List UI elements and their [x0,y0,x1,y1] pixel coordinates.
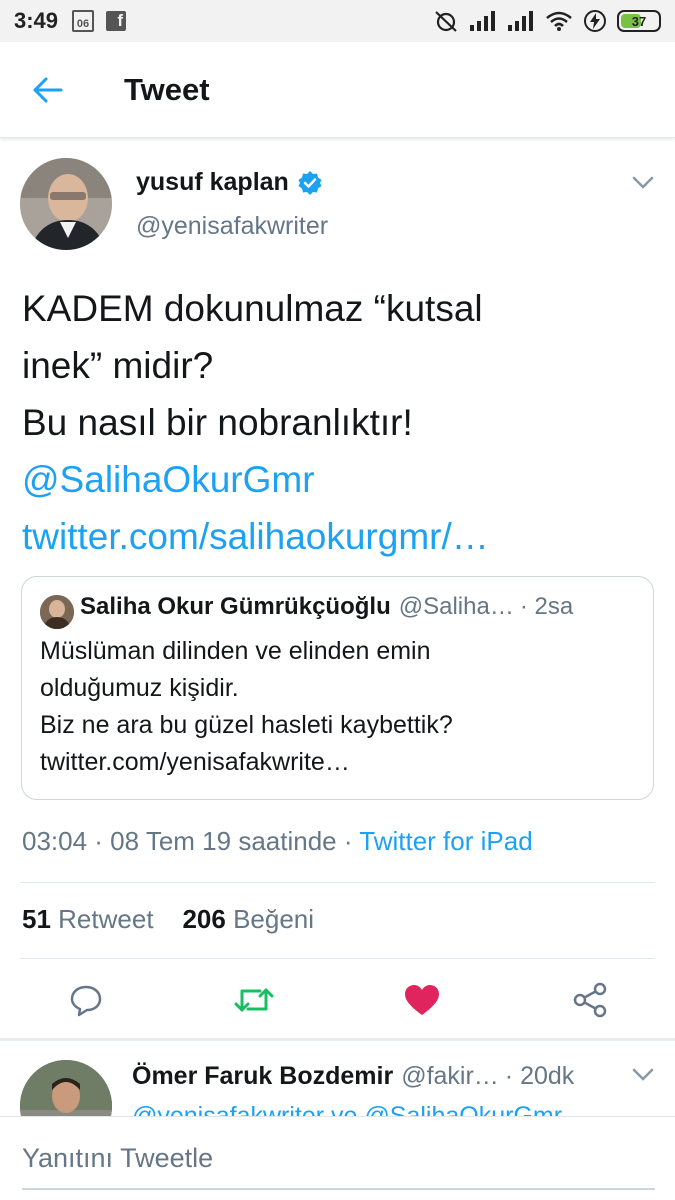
retweet-stat[interactable]: 51 Retweet [22,904,154,934]
quoted-author-avatar [40,595,74,629]
reply-input[interactable]: Yanıtını Tweetle [22,1143,213,1174]
quoted-author-handle: @Saliha… [398,593,514,620]
tweet-source-link[interactable]: Twitter for iPad [359,826,532,856]
quoted-timestamp: · 2sa [519,593,574,620]
chevron-down-icon [632,1068,654,1081]
battery-level: 37 [631,13,647,29]
like-count: 206 [182,904,226,934]
reply-header: Ömer Faruk Bozdemir @fakir… · 20dk [132,1062,574,1091]
reply-icon [70,985,102,1017]
alarm-off-icon [435,11,457,32]
avatar-image [40,595,74,629]
author-name[interactable]: yusuf kaplan [136,168,289,197]
quoted-text: Müslüman dilinden ve elinden emin olduğu… [40,633,640,781]
tweet-text-line: KADEM dokunulmaz “kutsal [22,288,483,329]
quoted-text-line: olduğumuz kişidir. [40,674,239,702]
reply-compose-bar: Yanıtını Tweetle [0,1116,675,1200]
share-icon [573,982,607,1018]
quoted-text-line: twitter.com/yenisafakwrite… [40,748,350,776]
signal-icon-2 [508,11,533,31]
quoted-author-name: Saliha Okur Gümrükçüoğlu [80,593,391,620]
tweet-meta: 03:04 · 08 Tem 19 saatinde · Twitter for… [22,826,533,857]
like-stat[interactable]: 206 Beğeni [182,904,314,934]
tweet-url-link[interactable]: twitter.com/salihaokurgmr/… [22,508,642,565]
avatar-image [20,158,112,250]
like-button[interactable] [402,980,442,1020]
heart-icon [405,985,439,1015]
tweet-text: KADEM dokunulmaz “kutsal inek” midir? Bu… [22,280,642,565]
tweet-timestamp: 03:04 · 08 Tem 19 saatinde · [22,826,360,856]
retweet-icon [234,988,274,1012]
back-button[interactable] [0,42,96,138]
retweet-button[interactable] [234,980,274,1020]
author-avatar[interactable] [20,158,112,250]
status-time: 3:49 [14,8,59,33]
reply-text[interactable]: @yenisafakwriter ve @SalihaOkurGmr [132,1100,562,1116]
section-separator [0,1038,675,1041]
quoted-header: Saliha Okur Gümrükçüoğlu @Saliha… · 2sa [80,593,573,621]
battery-icon: 37 [617,10,661,32]
reply-menu-button[interactable] [632,1068,654,1087]
reply-author-handle[interactable]: @fakir… [401,1062,499,1091]
status-bar: 3:49 06 f 37 [0,0,675,42]
author-name-row: yusuf kaplan [136,168,323,197]
wifi-icon [546,11,572,31]
quoted-text-line: Müslüman dilinden ve elinden emin [40,637,431,665]
retweet-count: 51 [22,904,51,934]
tweet-menu-button[interactable] [632,176,654,195]
like-label: Beğeni [233,904,315,934]
quoted-tweet[interactable]: Saliha Okur Gümrükçüoğlu @Saliha… · 2sa … [21,576,654,800]
divider [20,958,655,959]
chevron-down-icon [632,176,654,189]
tweet-stats: 51 Retweet 206 Beğeni [22,904,314,935]
reply-button[interactable] [66,980,106,1020]
verified-badge-icon [298,170,322,195]
reply-timestamp: · 20dk [504,1062,575,1090]
app-bar: Tweet [0,42,675,138]
divider [20,882,655,883]
signal-icon [470,11,495,31]
quoted-text-line: Biz ne ara bu güzel hasleti kaybettik? [40,711,453,739]
mention-link[interactable]: @SalihaOkurGmr [22,451,642,508]
input-underline [22,1188,655,1190]
tweet-text-line: inek” midir? [22,345,214,386]
reply-author-name[interactable]: Ömer Faruk Bozdemir [132,1062,393,1091]
share-button[interactable] [570,980,610,1020]
facebook-notification-icon: f [106,11,127,31]
arrow-left-icon [33,77,63,102]
tweet-text-line: Bu nasıl bir nobranlıktır! [22,402,413,443]
retweet-label: Retweet [58,904,154,934]
author-handle[interactable]: @yenisafakwriter [136,212,328,241]
charging-icon [584,10,606,32]
page-title: Tweet [124,71,210,107]
calendar-notification-icon: 06 [72,10,95,32]
